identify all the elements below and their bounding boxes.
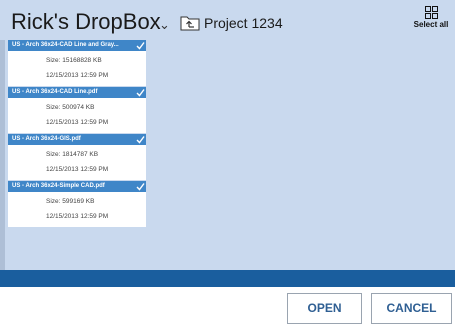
file-details: Size: 500974 KB 12/15/2013 12:59 PM — [8, 98, 146, 133]
file-item[interactable]: US - Arch 36x24-CAD Line.pdf Size: 50097… — [8, 87, 146, 133]
file-name: US - Arch 36x24-GIS.pdf — [12, 136, 81, 142]
app-title[interactable]: Rick's DropBox — [11, 9, 161, 35]
file-list: US - Arch 36x24-CAD Line and Gray... Siz… — [8, 40, 146, 228]
footer: OPEN CANCEL — [0, 287, 455, 331]
file-size: Size: 500974 KB — [46, 104, 95, 111]
file-item-header[interactable]: US - Arch 36x24-CAD Line.pdf — [8, 87, 146, 98]
grid-icon — [425, 6, 438, 19]
checkmark-icon[interactable] — [136, 41, 145, 50]
checkmark-icon[interactable] — [136, 182, 145, 191]
file-item-header[interactable]: US - Arch 36x24-Simple CAD.pdf — [8, 181, 146, 192]
file-size: Size: 599169 KB — [46, 198, 95, 205]
file-details: Size: 1814787 KB 12/15/2013 12:59 PM — [8, 145, 146, 180]
left-edge-strip — [0, 40, 5, 270]
file-date: 12/15/2013 12:59 PM — [46, 213, 109, 220]
file-item-header[interactable]: US - Arch 36x24-GIS.pdf — [8, 134, 146, 145]
file-name: US - Arch 36x24-CAD Line.pdf — [12, 89, 98, 95]
file-name: US - Arch 36x24-Simple CAD.pdf — [12, 183, 105, 189]
file-date: 12/15/2013 12:59 PM — [46, 166, 109, 173]
folder-up-icon[interactable] — [180, 14, 200, 31]
select-all-button[interactable]: Select all — [409, 6, 453, 36]
current-folder-name: Project 1234 — [204, 15, 283, 31]
app-bar-band — [0, 270, 455, 287]
file-item[interactable]: US - Arch 36x24-CAD Line and Gray... Siz… — [8, 40, 146, 86]
checkmark-icon[interactable] — [136, 88, 145, 97]
title-dropdown-caret[interactable]: ⌄ — [159, 17, 170, 33]
open-button[interactable]: OPEN — [287, 293, 362, 324]
select-all-label: Select all — [413, 20, 449, 29]
file-date: 12/15/2013 12:59 PM — [46, 72, 109, 79]
file-date: 12/15/2013 12:59 PM — [46, 119, 109, 126]
file-size: Size: 15168828 KB — [46, 57, 102, 64]
file-item[interactable]: US - Arch 36x24-GIS.pdf Size: 1814787 KB… — [8, 134, 146, 180]
file-details: Size: 15168828 KB 12/15/2013 12:59 PM — [8, 51, 146, 86]
file-name: US - Arch 36x24-CAD Line and Gray... — [12, 42, 119, 48]
file-item-header[interactable]: US - Arch 36x24-CAD Line and Gray... — [8, 40, 146, 51]
header: Rick's DropBox ⌄ Project 1234 Select all — [0, 0, 455, 44]
cancel-button[interactable]: CANCEL — [371, 293, 452, 324]
file-item[interactable]: US - Arch 36x24-Simple CAD.pdf Size: 599… — [8, 181, 146, 227]
file-details: Size: 599169 KB 12/15/2013 12:59 PM — [8, 192, 146, 227]
checkmark-icon[interactable] — [136, 135, 145, 144]
file-size: Size: 1814787 KB — [46, 151, 99, 158]
